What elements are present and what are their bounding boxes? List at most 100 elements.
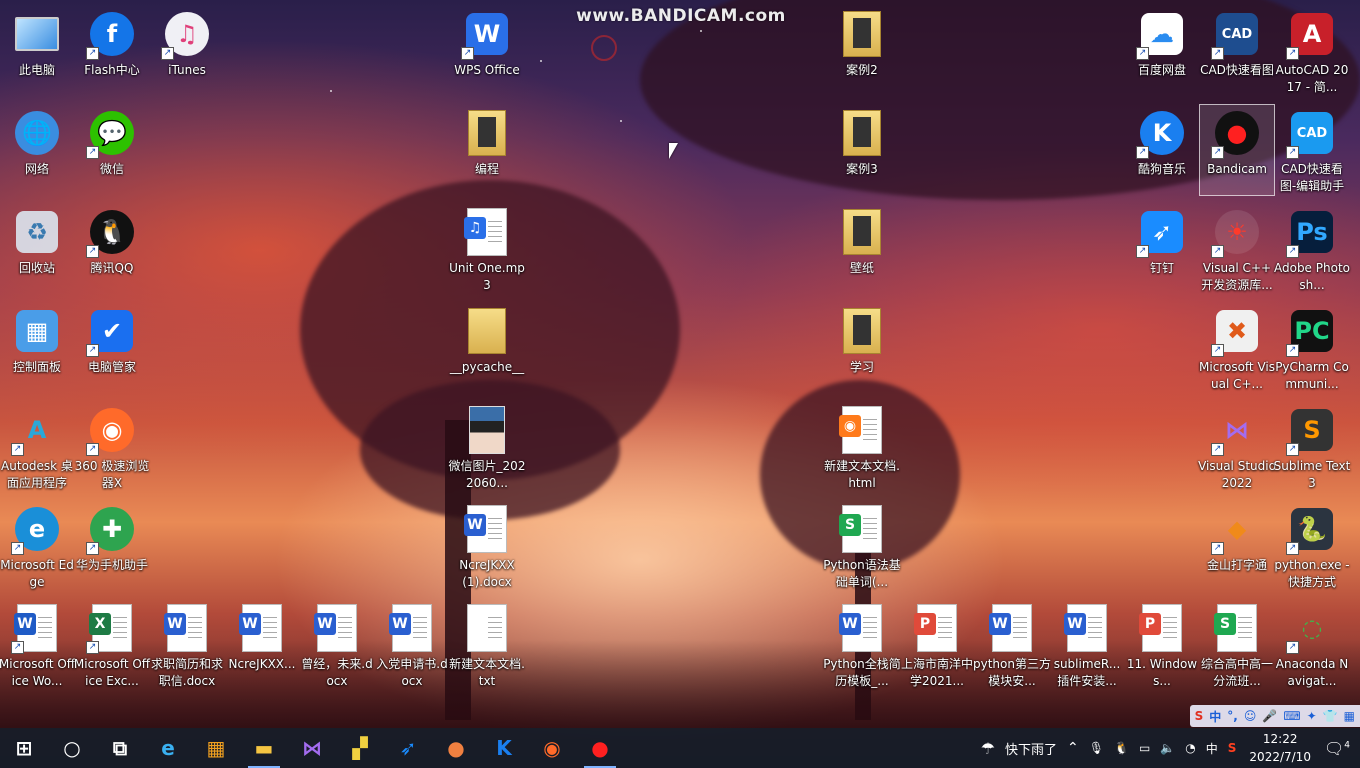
chevron-up-icon[interactable]: ⌃ xyxy=(1067,740,1079,756)
desktop-icon-label: 上海市南洋中学2021... xyxy=(900,657,973,688)
clock[interactable]: 12:22 2022/7/10 xyxy=(1249,730,1311,766)
taskbar-app[interactable]: ● xyxy=(432,728,480,768)
desktop-icon-study[interactable]: 学习 xyxy=(825,303,899,393)
keyboard-icon[interactable]: ⌨ xyxy=(1283,709,1300,723)
taskbar-python[interactable]: ▞ xyxy=(336,728,384,768)
desktop-icon-wps[interactable]: W ↗ WPS Office xyxy=(450,6,524,96)
network-icon: 🌐 xyxy=(13,109,61,157)
desktop-icon-wallpaper[interactable]: 壁纸 xyxy=(825,204,899,294)
desktop-icon-ms-excel[interactable]: X ↗ Microsoft Office Exc... xyxy=(74,600,150,690)
desktop-icon-jinshan[interactable]: ◆ ↗ 金山打字通 xyxy=(1200,501,1274,591)
taskbar-edge[interactable]: e xyxy=(144,728,192,768)
desktop-icon-ms-vcpp[interactable]: ✖ ↗ Microsoft Visual C+... xyxy=(1199,303,1275,393)
desktop-icon-programming[interactable]: 编程 xyxy=(450,105,524,195)
desktop-icon-ncre2[interactable]: W NcreJKXX... xyxy=(225,600,299,690)
desktop-icon-baidu[interactable]: ☁ ↗ 百度网盘 xyxy=(1125,6,1199,96)
skin-icon[interactable]: ✦ xyxy=(1307,709,1317,723)
ime-lang-indicator[interactable]: 中 xyxy=(1209,708,1221,725)
desktop-icon-shanghai[interactable]: P 上海市南洋中学2021... xyxy=(900,600,974,690)
desktop-icon-pc-manager[interactable]: ✔ ↗ 电脑管家 xyxy=(75,303,149,393)
sogou-icon[interactable]: S xyxy=(1195,709,1204,723)
desktop-icon-photoshop[interactable]: Ps ↗ Adobe Photosh... xyxy=(1274,204,1350,294)
desktop-icon-windows-pdf[interactable]: P 11. Windows... xyxy=(1125,600,1199,690)
taskbar-dingtalk[interactable]: ➶ xyxy=(384,728,432,768)
desktop-icon-label: 案例2 xyxy=(846,63,878,77)
taskbar-store[interactable]: ▦ xyxy=(192,728,240,768)
desktop-icon-wechat-photo[interactable]: 微信图片_2022060... xyxy=(449,402,525,492)
desktop-icon-autocad[interactable]: A ↗ AutoCAD 2017 - 简... xyxy=(1275,6,1349,96)
desktop-icon-pycache[interactable]: __pycache__ xyxy=(450,303,524,393)
desktop-icon-resume[interactable]: W 求职简历和求职信.docx xyxy=(150,600,224,690)
desktop-icon-case2[interactable]: 案例2 xyxy=(825,6,899,96)
volume-icon[interactable]: 🔈 xyxy=(1160,741,1175,755)
ime-toolbar[interactable]: S 中 °, ☺ 🎤 ⌨ ✦ 👕 ▦ xyxy=(1189,705,1360,727)
desktop-icon-360[interactable]: ◉ ↗ 360 极速浏览器X xyxy=(75,402,149,492)
desktop-icon-control-panel[interactable]: ▦ 控制面板 xyxy=(0,303,74,393)
grid-icon[interactable]: ▦ xyxy=(1344,709,1355,723)
qq-tray-icon[interactable]: 🐧 xyxy=(1114,741,1129,755)
shortcut-arrow-icon: ↗ xyxy=(11,542,24,555)
desktop-icon-dingtalk[interactable]: ➶ ↗ 钉钉 xyxy=(1125,204,1199,294)
desktop-icon-party[interactable]: W 入党申请书.docx xyxy=(375,600,449,690)
sogou-tray-icon[interactable]: S xyxy=(1228,741,1237,755)
desktop-icon-python-exe[interactable]: 🐍 ↗ python.exe - 快捷方式 xyxy=(1274,501,1350,591)
microphone-icon[interactable]: 🎤 xyxy=(1262,709,1277,723)
desktop-icon-recycle[interactable]: ♻ 回收站 xyxy=(0,204,74,294)
desktop-icon-vs2022[interactable]: ⋈ ↗ Visual Studio 2022 xyxy=(1198,402,1276,492)
desktop-icon-case3[interactable]: 案例3 xyxy=(825,105,899,195)
microphone-icon[interactable]: 🎙 xyxy=(1089,741,1104,755)
wps-icon: W ↗ xyxy=(461,10,511,60)
desktop-icon-cad-edit[interactable]: CAD ↗ CAD快速看图-编辑助手 xyxy=(1275,105,1349,195)
desktop-icon-school-sheet[interactable]: S 综合高中高一分流班... xyxy=(1200,600,1274,690)
taskbar-360[interactable]: ◉ xyxy=(528,728,576,768)
wifi-icon[interactable]: ◔ xyxy=(1185,741,1195,755)
desktop-icon-itunes[interactable]: ♫ ↗ iTunes xyxy=(150,6,224,96)
weather-icon[interactable]: ☂ xyxy=(981,739,995,758)
shirt-icon[interactable]: 👕 xyxy=(1323,709,1338,723)
desktop-icon-wechat[interactable]: 💬 ↗ 微信 xyxy=(75,105,149,195)
desktop-icon-vcpp[interactable]: ☀ ↗ Visual C++ 开发资源库... xyxy=(1200,204,1274,294)
search-button[interactable]: ○ xyxy=(48,728,96,768)
desktop-icon-zengjing[interactable]: W 曾经，未来.docx xyxy=(300,600,374,690)
desktop-icon-cad-viewer[interactable]: CAD ↗ CAD快速看图 xyxy=(1200,6,1274,96)
desktop-icon-new-txt[interactable]: 新建文本文档.txt xyxy=(449,600,525,690)
desktop-icon-huawei[interactable]: ✚ ↗ 华为手机助手 xyxy=(75,501,149,591)
desktop-icon-python3rd[interactable]: Wpython第三方模块安... xyxy=(973,600,1051,690)
punctuation-icon[interactable]: °, xyxy=(1227,709,1238,723)
desktop-icon-qq[interactable]: 🐧 ↗ 腾讯QQ xyxy=(75,204,149,294)
desktop-icon-edge[interactable]: e ↗ Microsoft Edge xyxy=(0,501,74,591)
shortcut-arrow-icon: ↗ xyxy=(1286,47,1299,60)
ime-tray-indicator[interactable]: 中 xyxy=(1206,740,1218,757)
emoji-icon[interactable]: ☺ xyxy=(1244,709,1257,723)
taskbar-kugou[interactable]: K xyxy=(480,728,528,768)
desktop-icon-anaconda[interactable]: ◌ ↗ Anaconda Navigat... xyxy=(1275,600,1349,690)
visual-studio-icon: ⋈ xyxy=(302,736,322,760)
desktop-icon-unit-one[interactable]: ♫ Unit One.mp3 xyxy=(449,204,525,294)
desktop-icon-sublime-plugin[interactable]: WsublimeR...插件安装... xyxy=(1050,600,1124,690)
notification-icon[interactable]: 🗨4 xyxy=(1324,739,1350,758)
desktop-icon-this-pc[interactable]: 此电脑 xyxy=(0,6,74,96)
desktop-icon-python-vocab[interactable]: S Python语法基础单词(... xyxy=(823,501,901,591)
word-doc-icon: W xyxy=(388,604,436,652)
task-view-button[interactable]: ⧉ xyxy=(96,728,144,768)
taskbar-vs[interactable]: ⋈ xyxy=(288,728,336,768)
anaconda-icon: ◌ ↗ xyxy=(1286,604,1336,654)
desktop-icon-flash[interactable]: f ↗ Flash中心 xyxy=(75,6,149,96)
weather-text[interactable]: 快下雨了 xyxy=(1005,739,1057,758)
desktop-icon-ms-word[interactable]: W ↗ Microsoft Office Wo... xyxy=(0,600,75,690)
desktop-icon-ncre1[interactable]: W NcreJKXX (1).docx xyxy=(450,501,524,591)
taskbar-bandicam[interactable]: ● xyxy=(576,728,624,768)
desktop-icon-new-html[interactable]: ◉ 新建文本文档.html xyxy=(824,402,900,492)
desktop-icon-bandicam[interactable]: ● ↗ Bandicam xyxy=(1199,104,1275,196)
desktop-icon-sublime[interactable]: S ↗ Sublime Text 3 xyxy=(1274,402,1350,492)
desktop-icon-pycharm[interactable]: PC ↗ PyCharm Communi... xyxy=(1275,303,1349,393)
desktop-icon-python-resume[interactable]: W Python全栈简历模板_... xyxy=(823,600,901,690)
360-browser-icon: ◉ ↗ xyxy=(86,406,136,456)
edge-icon: e xyxy=(161,736,175,760)
desktop-icon-autodesk[interactable]: A ↗ Autodesk 桌面应用程序 xyxy=(0,402,74,492)
battery-icon[interactable]: ▭ xyxy=(1139,741,1150,755)
taskbar-explorer[interactable]: ▬ xyxy=(240,728,288,768)
start-button[interactable]: ⊞ xyxy=(0,728,48,768)
desktop-icon-network[interactable]: 🌐 网络 xyxy=(0,105,74,195)
desktop-icon-kugou[interactable]: K ↗ 酷狗音乐 xyxy=(1125,105,1199,195)
